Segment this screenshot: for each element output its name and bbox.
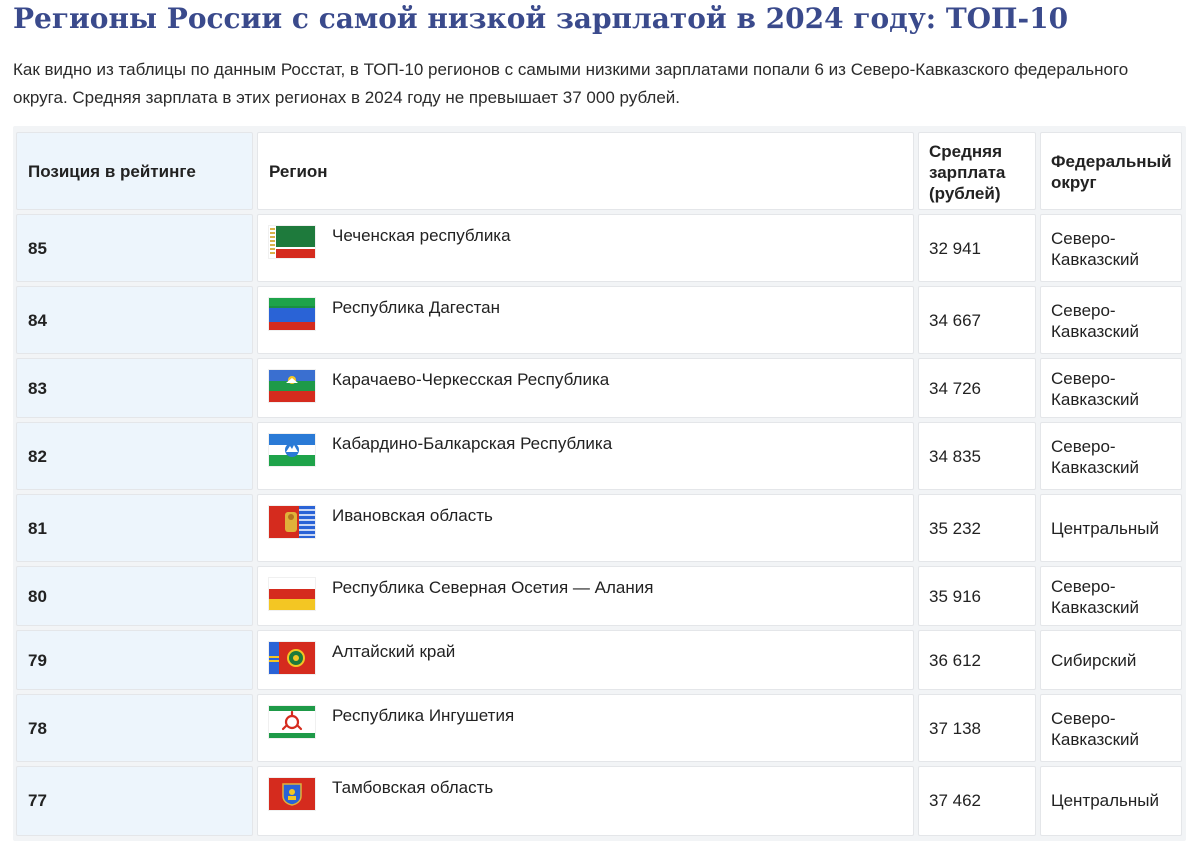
table-row-position: 82	[16, 422, 253, 490]
table-row-salary: 37 138	[918, 694, 1036, 762]
table-row-salary: 37 462	[918, 766, 1036, 836]
district-value: Северо-Кавказский	[1051, 437, 1139, 477]
table-row-district: Северо-Кавказский	[1040, 694, 1182, 762]
table-row-region: Чеченская республика	[257, 214, 914, 282]
table-row-district: Сибирский	[1040, 630, 1182, 690]
salary-value: 35 232	[929, 519, 981, 538]
salary-value: 34 667	[929, 311, 981, 330]
table-row-region: Республика Северная Осетия — Алания	[257, 566, 914, 626]
position-value: 81	[28, 519, 47, 538]
table-row-district: Северо-Кавказский	[1040, 286, 1182, 354]
region-name: Ивановская область	[332, 506, 493, 525]
table-row-position: 85	[16, 214, 253, 282]
district-value: Северо-Кавказский	[1051, 301, 1139, 341]
table-row-region: Карачаево-Черкесская Республика	[257, 358, 914, 418]
district-value: Северо-Кавказский	[1051, 229, 1139, 269]
karachay-cherkessia-flag-icon	[269, 370, 315, 402]
position-value: 83	[28, 379, 47, 398]
tambov-flag-icon	[269, 778, 315, 810]
table-row-position: 84	[16, 286, 253, 354]
table-row-district: Северо-Кавказский	[1040, 566, 1182, 626]
north-ossetia-flag-icon	[269, 578, 315, 610]
chechnya-flag-icon	[269, 226, 315, 258]
position-value: 84	[28, 311, 47, 330]
table-row-position: 81	[16, 494, 253, 562]
table-row-salary: 36 612	[918, 630, 1036, 690]
table-row-position: 83	[16, 358, 253, 418]
table-row-region: Алтайский край	[257, 630, 914, 690]
region-name: Тамбовская область	[332, 778, 494, 797]
header-salary: Средняя зарплата (рублей)	[918, 132, 1036, 210]
table-row-region: Тамбовская область	[257, 766, 914, 836]
position-value: 85	[28, 239, 47, 258]
table-row-district: Центральный	[1040, 766, 1182, 836]
salary-value: 36 612	[929, 651, 981, 670]
region-name: Карачаево-Черкесская Республика	[332, 370, 610, 389]
position-value: 80	[28, 587, 47, 606]
region-name: Чеченская республика	[332, 226, 511, 245]
district-value: Сибирский	[1051, 651, 1137, 670]
district-value: Центральный	[1051, 519, 1159, 538]
table-row-salary: 34 726	[918, 358, 1036, 418]
table-row-district: Северо-Кавказский	[1040, 214, 1182, 282]
salary-value: 34 726	[929, 379, 981, 398]
region-name: Республика Ингушетия	[332, 706, 515, 725]
table-row-region: Кабардино-Балкарская Республика	[257, 422, 914, 490]
table-row-region: Республика Ингушетия	[257, 694, 914, 762]
ingushetia-flag-icon	[269, 706, 315, 738]
table-row-salary: 35 232	[918, 494, 1036, 562]
table-row-position: 80	[16, 566, 253, 626]
salary-value: 32 941	[929, 239, 981, 258]
salary-value: 37 138	[929, 719, 981, 738]
table-row-salary: 35 916	[918, 566, 1036, 626]
district-value: Северо-Кавказский	[1051, 709, 1139, 749]
page-title: Регионы России с самой низкой зарплатой …	[13, 2, 1069, 35]
header-region: Регион	[257, 132, 914, 210]
position-value: 77	[28, 791, 47, 810]
district-value: Центральный	[1051, 791, 1159, 810]
header-position: Позиция в рейтинге	[16, 132, 253, 210]
table-row-salary: 34 835	[918, 422, 1036, 490]
district-value: Северо-Кавказский	[1051, 369, 1139, 409]
table-row-position: 78	[16, 694, 253, 762]
table-row-district: Центральный	[1040, 494, 1182, 562]
header-district: Федеральный округ	[1040, 132, 1182, 210]
table-row-position: 77	[16, 766, 253, 836]
table-row-salary: 34 667	[918, 286, 1036, 354]
salary-value: 35 916	[929, 587, 981, 606]
region-name: Республика Дагестан	[332, 298, 501, 317]
region-name: Алтайский край	[332, 642, 456, 661]
region-name: Кабардино-Балкарская Республика	[332, 434, 613, 453]
salary-value: 37 462	[929, 791, 981, 810]
dagestan-flag-icon	[269, 298, 315, 330]
intro-paragraph: Как видно из таблицы по данным Росстат, …	[13, 60, 1129, 107]
salary-table: Позиция в рейтинге Регион Средняя зарпла…	[13, 126, 1186, 841]
ivanovo-flag-icon	[269, 506, 315, 538]
table-row-region: Республика Дагестан	[257, 286, 914, 354]
position-value: 82	[28, 447, 47, 466]
kabardino-balkaria-flag-icon	[269, 434, 315, 466]
position-value: 78	[28, 719, 47, 738]
table-row-district: Северо-Кавказский	[1040, 422, 1182, 490]
altai-krai-flag-icon	[269, 642, 315, 674]
region-name: Республика Северная Осетия — Алания	[332, 578, 654, 597]
table-row-position: 79	[16, 630, 253, 690]
table-row-region: Ивановская область	[257, 494, 914, 562]
table-row-salary: 32 941	[918, 214, 1036, 282]
salary-value: 34 835	[929, 447, 981, 466]
position-value: 79	[28, 651, 47, 670]
district-value: Северо-Кавказский	[1051, 577, 1139, 617]
table-row-district: Северо-Кавказский	[1040, 358, 1182, 418]
